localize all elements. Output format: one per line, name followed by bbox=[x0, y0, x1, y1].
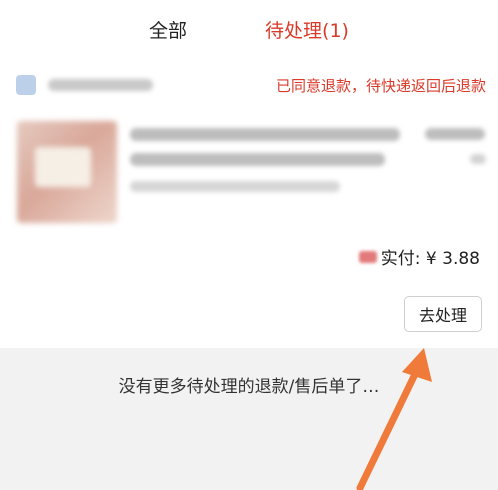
store-icon bbox=[16, 75, 36, 95]
refund-status: 已同意退款，待快递返回后退款 bbox=[275, 77, 486, 95]
product-price-blurred bbox=[425, 128, 485, 140]
tab-pending[interactable]: 待处理(1) bbox=[261, 10, 353, 63]
amount-badge-blurred bbox=[358, 250, 377, 263]
product-qty-blurred bbox=[470, 154, 486, 164]
product-title-blurred bbox=[130, 128, 400, 141]
paid-amount: 实付: ¥ 3.88 bbox=[380, 249, 480, 269]
process-button[interactable]: 去处理 bbox=[404, 296, 482, 332]
store-name-blurred bbox=[48, 79, 153, 91]
product-title-blurred-2 bbox=[130, 153, 385, 166]
tab-all[interactable]: 全部 bbox=[145, 10, 191, 49]
product-image[interactable] bbox=[17, 121, 117, 223]
refund-order-card[interactable]: 已同意退款，待快递返回后退款 实付: ¥ 3.88 去处理 bbox=[0, 58, 498, 348]
no-more-text: 没有更多待处理的退款/售后单了… bbox=[118, 377, 380, 397]
product-spec-blurred bbox=[130, 181, 340, 192]
paid-amount-row: 实付: ¥ 3.88 bbox=[358, 244, 480, 269]
tab-bar: 全部 待处理(1) bbox=[0, 0, 498, 63]
